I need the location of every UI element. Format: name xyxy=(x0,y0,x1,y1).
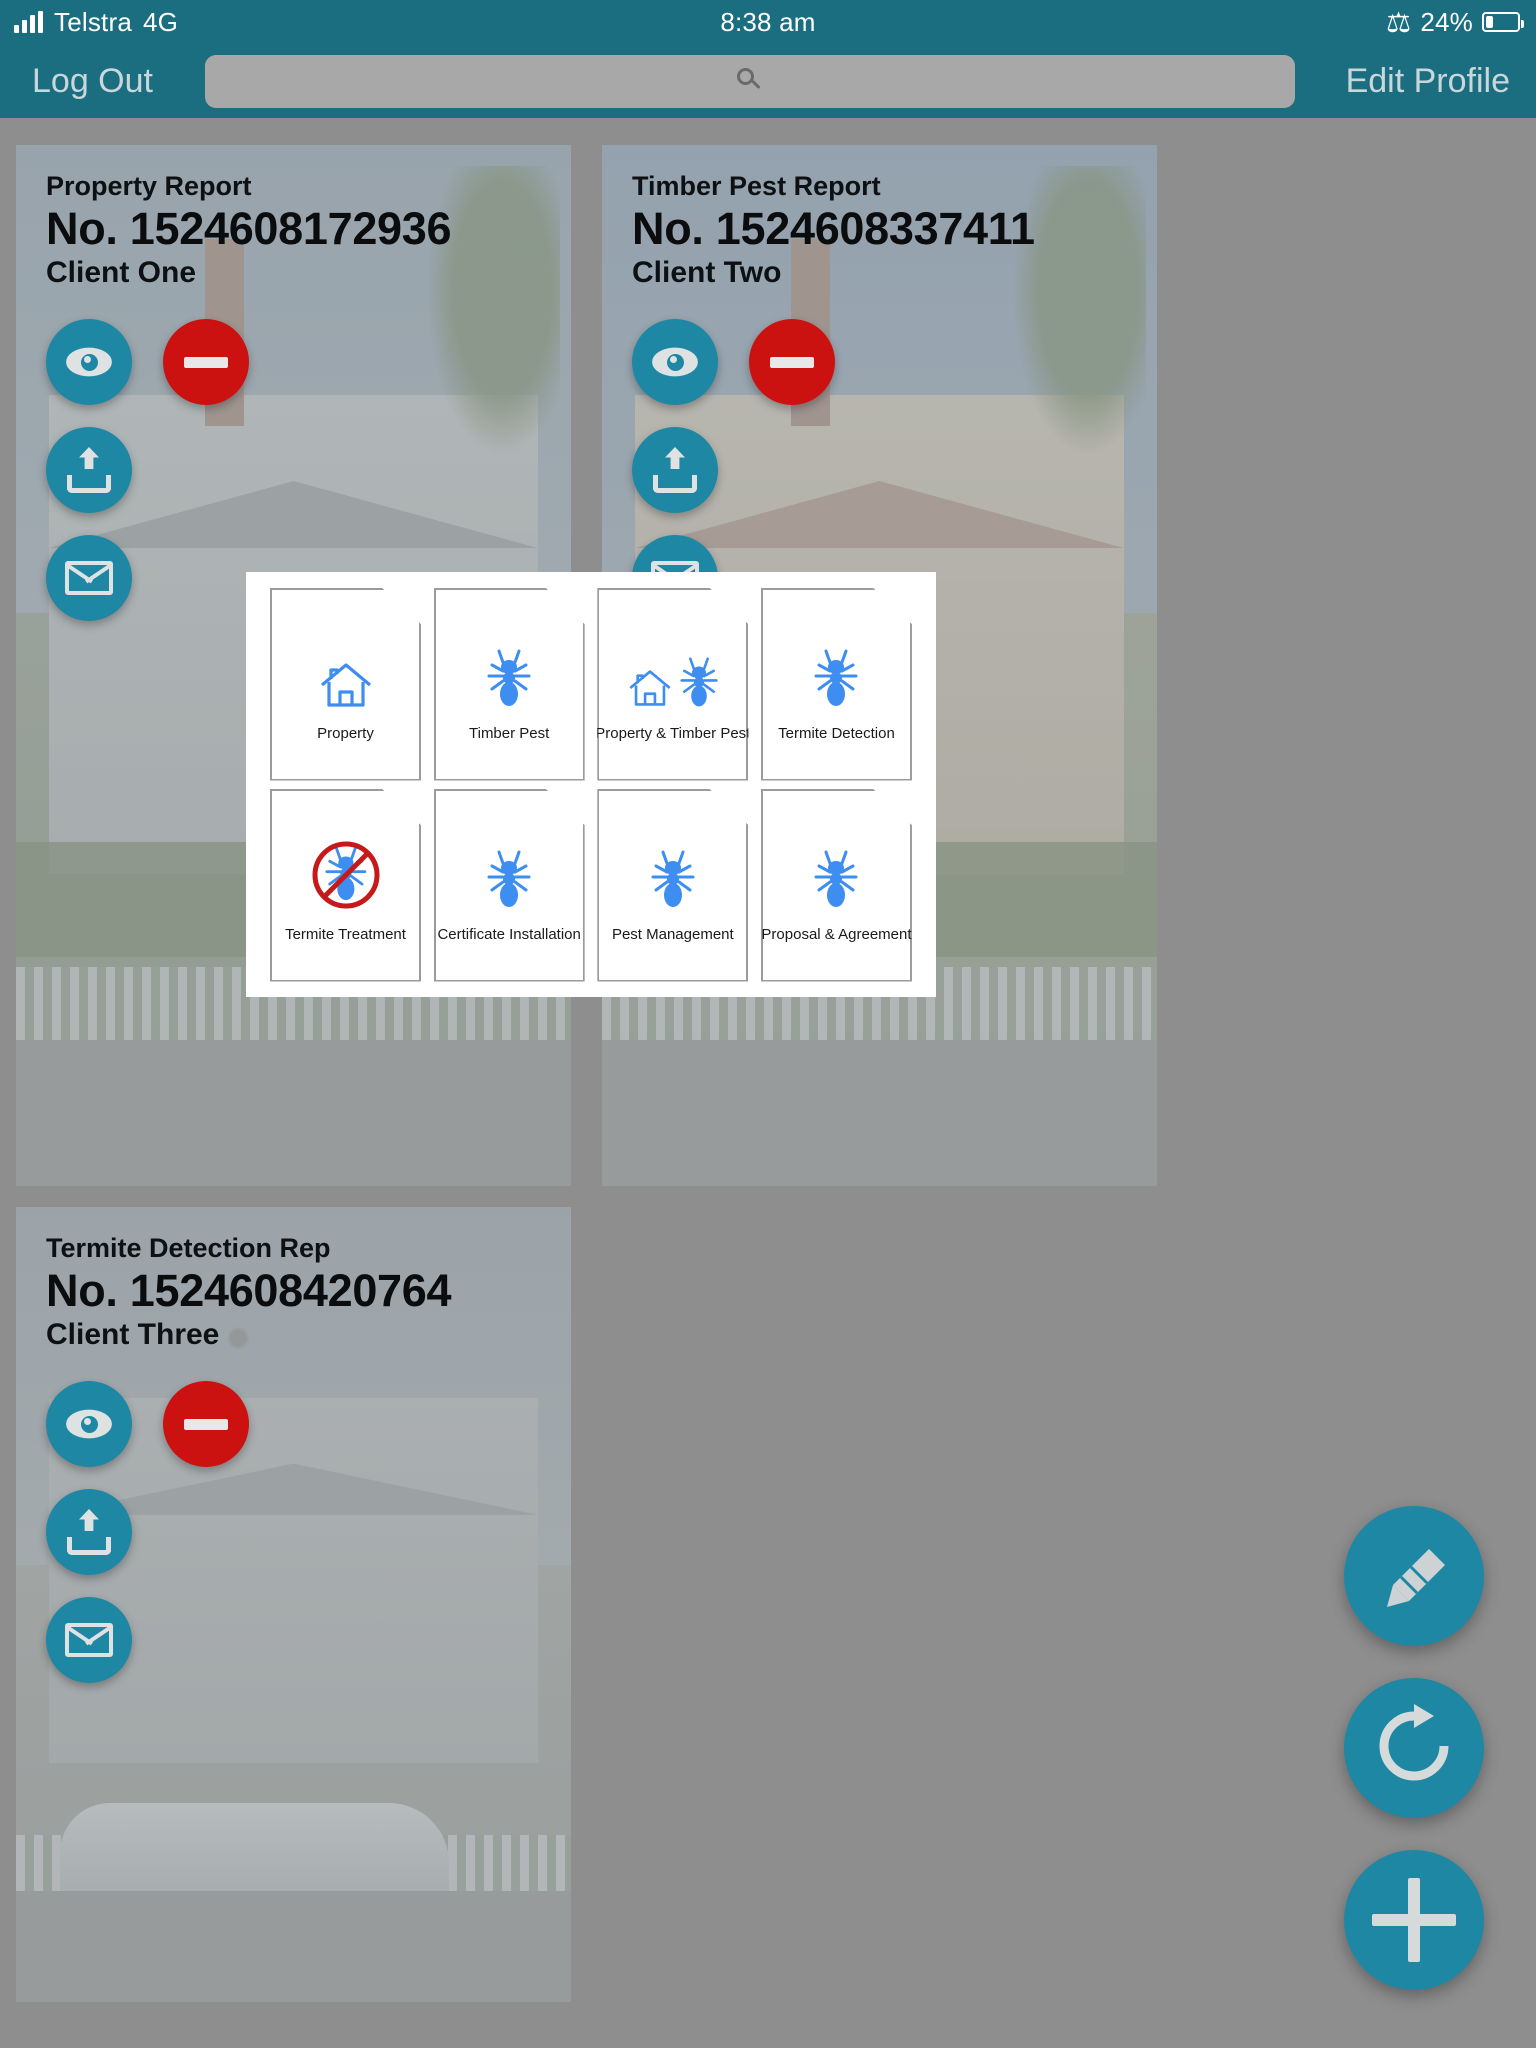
card-header: Timber Pest Report No. 1524608337411 Cli… xyxy=(632,171,1145,291)
minus-icon xyxy=(770,356,814,368)
ant-icon xyxy=(813,836,859,910)
report-list: Property Report No. 1524608172936 Client… xyxy=(0,118,1536,2048)
status-bar-clock: 8:38 am xyxy=(720,6,816,37)
eye-icon xyxy=(652,347,698,377)
client-name-label: Client Two xyxy=(632,256,782,290)
envelope-icon xyxy=(65,1623,113,1657)
ant-icon xyxy=(813,635,859,709)
ant-icon xyxy=(486,836,532,910)
nav-bar: Log Out Edit Profile xyxy=(0,44,1536,118)
house-icon xyxy=(318,635,374,709)
report-type-label: Pest Management xyxy=(611,925,734,943)
report-type-option-property-and-timber-pest[interactable]: Property & Timber Pest xyxy=(595,587,751,781)
status-bar: Telstra 4G 8:38 am ⚖ 24% xyxy=(0,0,1536,44)
upload-icon xyxy=(653,447,697,493)
view-report-button[interactable] xyxy=(46,319,132,405)
edit-fab[interactable] xyxy=(1344,1506,1484,1646)
report-type-option-certificate-installation[interactable]: Certificate Installation xyxy=(433,788,585,982)
client-name-label: Client Three xyxy=(46,1318,220,1352)
report-number-label: No. 1524608172936 xyxy=(46,203,452,255)
minus-icon xyxy=(184,356,228,368)
delete-report-button[interactable] xyxy=(163,1381,249,1467)
upload-icon xyxy=(67,1509,111,1555)
report-type-label: Timber Pest xyxy=(469,724,550,742)
refresh-icon xyxy=(1372,1703,1456,1793)
bluetooth-icon: ⚖ xyxy=(1386,6,1412,38)
pencil-icon xyxy=(1375,1537,1453,1615)
report-type-label: Timber Pest Report xyxy=(632,171,881,201)
upload-report-button[interactable] xyxy=(46,1489,132,1575)
upload-report-button[interactable] xyxy=(632,427,718,513)
envelope-icon xyxy=(65,561,113,595)
report-number-label: No. 1524608337411 xyxy=(632,203,1035,255)
ant-no-sign-icon xyxy=(306,836,386,910)
upload-report-button[interactable] xyxy=(46,427,132,513)
edit-profile-button[interactable]: Edit Profile xyxy=(1346,62,1510,101)
search-input[interactable] xyxy=(205,54,1295,108)
app-screen: Telstra 4G 8:38 am ⚖ 24% Log Out Edit Pr… xyxy=(0,0,1536,2048)
report-type-label: Termite Treatment xyxy=(285,925,406,943)
report-type-option-proposal-and-agreement[interactable]: Proposal & Agreement xyxy=(760,788,912,982)
minus-icon xyxy=(184,1418,228,1430)
report-type-option-property[interactable]: Property xyxy=(270,587,421,781)
report-type-label: Termite Detection xyxy=(778,724,895,742)
report-card[interactable]: Termite Detection Rep No. 1524608420764 … xyxy=(16,1207,571,2002)
status-bar-right: ⚖ 24% xyxy=(1386,6,1524,39)
card-actions xyxy=(46,1381,249,1705)
email-report-button[interactable] xyxy=(46,535,132,621)
delete-report-button[interactable] xyxy=(749,319,835,405)
plus-icon xyxy=(1372,1878,1456,1962)
report-type-label: Property & Timber Pest xyxy=(595,724,751,742)
report-type-option-termite-treatment[interactable]: Termite Treatment xyxy=(270,788,421,982)
ant-icon xyxy=(650,836,696,910)
add-fab[interactable] xyxy=(1344,1850,1484,1990)
house-and-ant-icon xyxy=(627,635,719,709)
report-type-row: Property Timber Pest Property & Timber P… xyxy=(258,587,924,781)
refresh-fab[interactable] xyxy=(1344,1678,1484,1818)
report-type-modal: Property Timber Pest Property & Timber P… xyxy=(246,572,936,997)
report-type-option-termite-detection[interactable]: Termite Detection xyxy=(760,587,912,781)
card-header: Termite Detection Rep No. 1524608420764 … xyxy=(46,1233,559,1353)
battery-icon xyxy=(1482,12,1524,32)
card-actions xyxy=(46,319,249,643)
search-icon xyxy=(737,68,763,94)
ant-icon xyxy=(486,635,532,709)
report-type-row: Termite Treatment Certificate Installati… xyxy=(258,788,924,982)
report-type-option-pest-management[interactable]: Pest Management xyxy=(597,788,749,982)
client-name-label: Client One xyxy=(46,256,197,290)
view-report-button[interactable] xyxy=(46,1381,132,1467)
log-out-button[interactable]: Log Out xyxy=(32,62,153,101)
report-type-label: Termite Detection Rep xyxy=(46,1233,331,1263)
upload-icon xyxy=(67,447,111,493)
report-type-option-timber-pest[interactable]: Timber Pest xyxy=(433,587,585,781)
view-report-button[interactable] xyxy=(632,319,718,405)
floating-action-buttons xyxy=(1344,1474,1484,1990)
report-type-label: Certificate Installation xyxy=(437,925,581,943)
report-type-label: Property xyxy=(317,724,374,742)
eye-icon xyxy=(66,347,112,377)
report-type-label: Property Report xyxy=(46,171,252,201)
email-report-button[interactable] xyxy=(46,1597,132,1683)
report-type-label: Proposal & Agreement xyxy=(761,925,912,943)
battery-percent-label: 24% xyxy=(1420,6,1473,37)
eye-icon xyxy=(66,1409,112,1439)
report-number-label: No. 1524608420764 xyxy=(46,1265,452,1317)
card-header: Property Report No. 1524608172936 Client… xyxy=(46,171,559,291)
delete-report-button[interactable] xyxy=(163,319,249,405)
